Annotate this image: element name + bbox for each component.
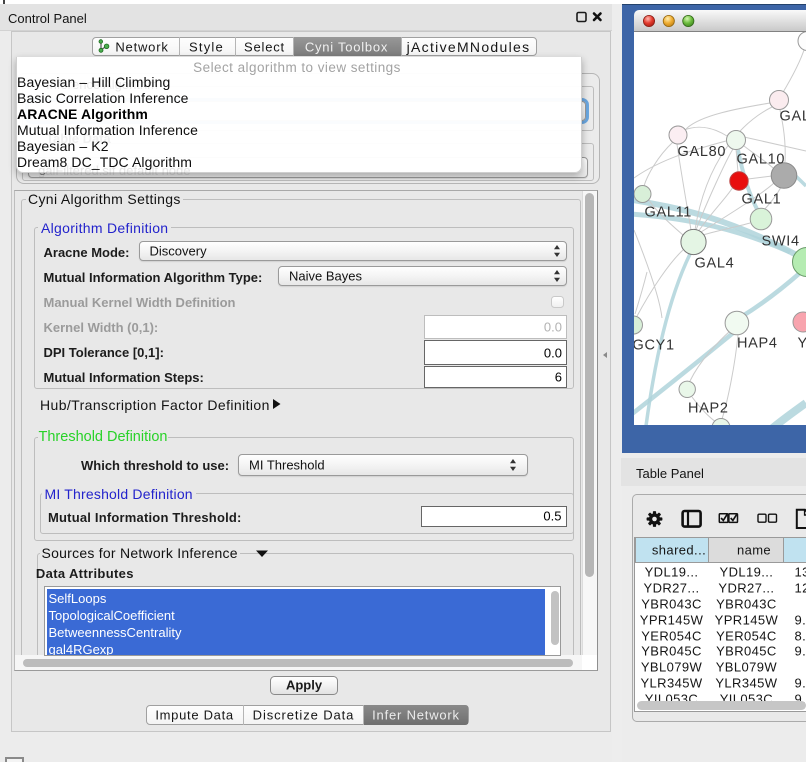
svg-text:GAL4: GAL4: [695, 256, 735, 272]
svg-text:GAL11: GAL11: [645, 205, 693, 221]
svg-text:SWI4: SWI4: [762, 234, 800, 250]
svg-text:GAL10: GAL10: [737, 152, 786, 168]
svg-text:GAL80: GAL80: [678, 144, 727, 160]
svg-text:HAP2: HAP2: [688, 401, 729, 417]
svg-text:HAP4: HAP4: [737, 336, 778, 352]
svg-text:Y: Y: [798, 336, 806, 352]
svg-text:GCY1: GCY1: [634, 338, 675, 354]
svg-text:GAL1: GAL1: [742, 192, 782, 208]
svg-text:GAL: GAL: [780, 109, 806, 125]
